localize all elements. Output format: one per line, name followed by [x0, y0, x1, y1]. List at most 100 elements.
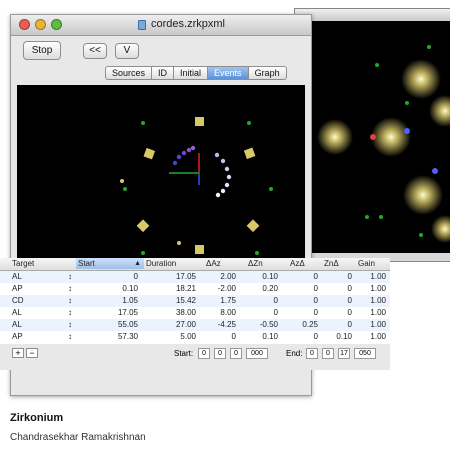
- cell-delta-zn: 0.10: [262, 272, 278, 281]
- table-footer: + − Start: 0 0 0 000 End: 0 0 17 050: [0, 344, 390, 370]
- table-row[interactable]: AP 57.30 5.00 0 0.10 0 0.10 1.00 ↕: [0, 331, 390, 343]
- col-delta-zn[interactable]: ΔZn: [248, 259, 263, 268]
- table-row[interactable]: AL 55.05 27.00 -4.25 -0.50 0.25 0 1.00 ↕: [0, 319, 390, 331]
- target-stepper-icon[interactable]: ↕: [68, 272, 72, 281]
- cell-target: AL: [12, 272, 22, 281]
- table-row[interactable]: AL 17.05 38.00 8.00 0 0 0 1.00 ↕: [0, 307, 390, 319]
- cell-delta-zn: 0: [273, 308, 278, 317]
- cell-start: 0: [133, 272, 138, 281]
- col-az-delta[interactable]: AzΔ: [290, 259, 305, 268]
- cell-zn-delta: 0: [347, 320, 352, 329]
- col-gain[interactable]: Gain: [358, 259, 375, 268]
- cell-gain: 1.00: [370, 272, 386, 281]
- target-stepper-icon[interactable]: ↕: [68, 332, 72, 341]
- cell-start: 55.05: [117, 320, 138, 329]
- tab-bar: Sources ID Initial Events Graph: [105, 66, 287, 80]
- speaker-square: [195, 117, 204, 126]
- cell-gain: 1.00: [370, 284, 386, 293]
- target-stepper-icon[interactable]: ↕: [68, 320, 72, 329]
- cell-delta-az: -2.00: [217, 284, 236, 293]
- glow-source: [431, 215, 450, 243]
- col-start[interactable]: Start ▲: [76, 258, 144, 269]
- cell-delta-az: -4.25: [217, 320, 236, 329]
- tab-sources[interactable]: Sources: [105, 66, 153, 80]
- window-title: cordes.zrkpxml: [151, 18, 225, 30]
- tab-graph[interactable]: Graph: [248, 66, 287, 80]
- trail-dot: [220, 158, 226, 164]
- green-dot: [247, 121, 251, 125]
- cell-delta-az: 1.75: [220, 296, 236, 305]
- speaker-square: [143, 147, 156, 160]
- rewind-button[interactable]: <<: [83, 43, 107, 59]
- table-row[interactable]: AL 0 17.05 2.00 0.10 0 0 1.00 ↕: [0, 271, 390, 283]
- remove-row-button[interactable]: −: [26, 348, 38, 358]
- cell-zn-delta: 0: [347, 272, 352, 281]
- glow-source: [317, 119, 353, 155]
- tab-events[interactable]: Events: [208, 66, 249, 80]
- secondary-titlebar[interactable]: [295, 9, 450, 21]
- cell-delta-zn: -0.50: [259, 320, 278, 329]
- cell-duration: 38.00: [175, 308, 196, 317]
- cell-delta-zn: 0.10: [262, 332, 278, 341]
- minimize-button[interactable]: [35, 19, 46, 30]
- secondary-viewer-canvas: [317, 45, 450, 243]
- spatial-viewer-canvas: [120, 117, 273, 255]
- trail-dot: [181, 150, 187, 156]
- trail-dot: [186, 147, 192, 153]
- cell-gain: 1.00: [370, 296, 386, 305]
- cell-target: AL: [12, 308, 22, 317]
- speaker-square: [195, 245, 204, 254]
- cell-gain: 1.00: [370, 308, 386, 317]
- trail-dot: [224, 182, 230, 188]
- start-hours-field[interactable]: 0: [198, 348, 210, 359]
- sort-arrow-icon: ▲: [134, 260, 141, 267]
- view-button[interactable]: V: [115, 43, 139, 59]
- target-stepper-icon[interactable]: ↕: [68, 284, 72, 293]
- green-dot: [255, 251, 259, 255]
- target-stepper-icon[interactable]: ↕: [68, 296, 72, 305]
- add-row-button[interactable]: +: [12, 348, 24, 358]
- zoom-button[interactable]: [51, 19, 62, 30]
- start-label: Start:: [174, 349, 194, 358]
- document-icon: [138, 20, 146, 30]
- green-dot: [375, 63, 379, 67]
- cell-start: 17.05: [117, 308, 138, 317]
- table-row[interactable]: AP 0.10 18.21 -2.00 0.20 0 0 1.00 ↕: [0, 283, 390, 295]
- start-ms-field[interactable]: 000: [246, 348, 268, 359]
- speaker-square: [246, 219, 260, 233]
- trail-dot: [226, 174, 232, 180]
- end-ms-field[interactable]: 050: [354, 348, 376, 359]
- end-minutes-field[interactable]: 0: [322, 348, 334, 359]
- cell-az-delta: 0: [313, 284, 318, 293]
- col-delta-az[interactable]: ΔAz: [206, 259, 221, 268]
- col-duration[interactable]: Duration: [146, 259, 176, 268]
- start-seconds-field[interactable]: 0: [230, 348, 242, 359]
- stop-button[interactable]: Stop: [23, 41, 61, 60]
- cell-az-delta: 0: [313, 296, 318, 305]
- green-dot: [141, 251, 145, 255]
- trail-dot: [220, 188, 226, 194]
- secondary-viewer-window[interactable]: [294, 8, 450, 262]
- col-zn-delta[interactable]: ZnΔ: [324, 259, 339, 268]
- cell-delta-az: 8.00: [220, 308, 236, 317]
- cell-start: 0.10: [122, 284, 138, 293]
- cell-target: AL: [12, 320, 22, 329]
- green-dot: [379, 215, 383, 219]
- cell-zn-delta: 0: [347, 308, 352, 317]
- cell-az-delta: 0: [313, 332, 318, 341]
- start-minutes-field[interactable]: 0: [214, 348, 226, 359]
- tab-initial[interactable]: Initial: [174, 66, 209, 80]
- tab-id[interactable]: ID: [152, 66, 175, 80]
- end-seconds-field[interactable]: 17: [338, 348, 350, 359]
- spatial-viewer[interactable]: [17, 85, 305, 269]
- cell-start: 1.05: [122, 296, 138, 305]
- glow-source: [401, 59, 441, 99]
- close-button[interactable]: [19, 19, 30, 30]
- events-table[interactable]: Target Start ▲ Duration ΔAz ΔZn AzΔ ZnΔ G…: [0, 258, 390, 344]
- end-hours-field[interactable]: 0: [306, 348, 318, 359]
- cell-delta-zn: 0: [273, 296, 278, 305]
- title-bar[interactable]: cordes.zrkpxml: [11, 15, 311, 36]
- table-row[interactable]: CD 1.05 15.42 1.75 0 0 0 1.00 ↕: [0, 295, 390, 307]
- col-target[interactable]: Target: [12, 259, 34, 268]
- target-stepper-icon[interactable]: ↕: [68, 308, 72, 317]
